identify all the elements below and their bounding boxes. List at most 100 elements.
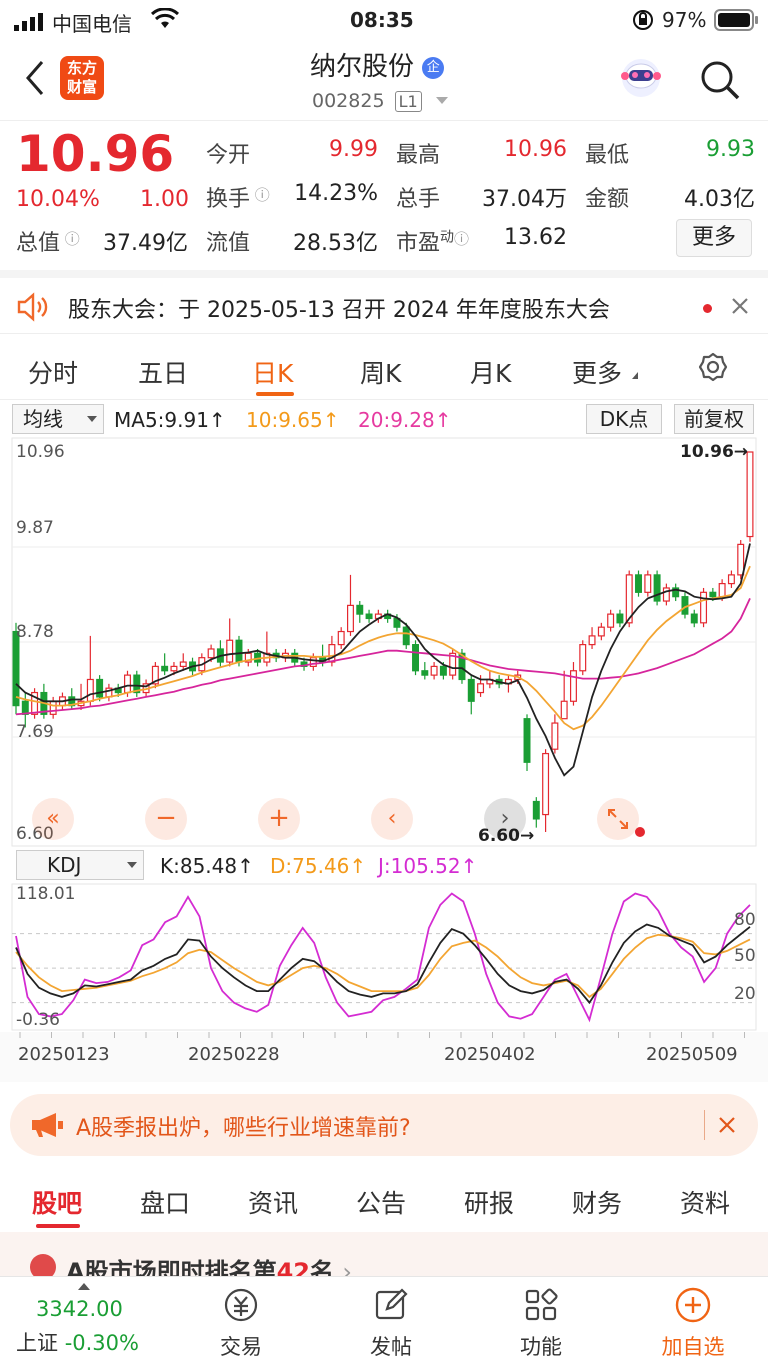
candle-up — [737, 543, 745, 576]
level-dropdown-icon[interactable] — [435, 97, 448, 104]
signal-icon — [14, 12, 46, 36]
close-icon[interactable] — [730, 296, 750, 320]
more-dropdown-icon — [632, 372, 638, 379]
candle-down — [402, 626, 410, 646]
robot-assistant-icon[interactable] — [618, 54, 664, 104]
post-label: 发帖 — [370, 1335, 412, 1359]
tab-daily-k[interactable]: 日K — [252, 354, 293, 390]
tab-news[interactable]: 资讯 — [248, 1184, 298, 1220]
candle-up — [124, 674, 131, 694]
rank-prefix: A股市场即时排名第 — [66, 1258, 277, 1276]
candle-down — [161, 665, 169, 672]
high-value: 10.96 — [504, 137, 567, 162]
tab-announcements[interactable]: 公告 — [356, 1184, 406, 1220]
fullscreen-button[interactable] — [597, 798, 639, 840]
zoom-in-button[interactable]: + — [258, 798, 300, 840]
change-percent: 10.04% — [16, 187, 100, 212]
edit-icon — [375, 1288, 408, 1320]
ad-banner[interactable]: A股季报出炉，哪些行业增速靠前? — [10, 1094, 758, 1156]
candle-up — [347, 604, 354, 633]
speaker-icon — [16, 292, 50, 326]
battery-icon — [714, 9, 760, 36]
index-line: 上证 -0.30% — [16, 1327, 176, 1357]
tab-more[interactable]: 更多 — [572, 354, 622, 390]
trade-icon — [224, 1288, 258, 1322]
notice-text: 股东大会：于 2025-05-13 召开 2024 年年度股东大会 — [68, 298, 610, 323]
candle-up — [588, 635, 596, 646]
stock-name: 纳尔股份 — [310, 52, 415, 82]
tab-intraday[interactable]: 分时 — [28, 354, 78, 390]
tab-finance[interactable]: 财务 — [572, 1184, 622, 1220]
logo-text-bottom: 财富 — [66, 78, 97, 96]
index-ticker[interactable]: 3342.00 上证 -0.30% — [16, 1297, 176, 1357]
function-label: 功能 — [520, 1335, 562, 1359]
more-button[interactable]: 更多 — [676, 219, 752, 257]
candle-up — [607, 613, 615, 628]
trade-button[interactable]: 交易 — [186, 1285, 296, 1361]
add-watchlist-button[interactable]: 加自选 — [638, 1285, 748, 1361]
kdj-select[interactable]: KDJ — [16, 850, 144, 880]
candle-up — [560, 700, 568, 720]
candle-up — [337, 630, 345, 646]
trade-label: 交易 — [220, 1335, 262, 1359]
kdj-level-50: 50 — [734, 946, 756, 966]
megaphone-icon — [30, 1112, 64, 1142]
date-label-3: 20250402 — [444, 1044, 536, 1065]
change-amount: 1.00 — [140, 187, 189, 212]
candle-down — [616, 613, 624, 624]
tab-five-day[interactable]: 五日 — [138, 354, 188, 390]
candle-up — [569, 670, 577, 702]
wifi-icon — [150, 7, 180, 35]
tab-profile[interactable]: 资料 — [680, 1184, 730, 1220]
market-cap-value: 37.49亿 — [103, 231, 188, 256]
candle-up — [477, 683, 485, 694]
scroll-left-button[interactable]: ‹ — [371, 798, 413, 840]
y-label-2: 9.87 — [16, 518, 54, 538]
kdj-select-label: KDJ — [47, 853, 82, 877]
y-label-4: 7.69 — [16, 722, 54, 742]
tab-research[interactable]: 研报 — [464, 1184, 514, 1220]
candle-up — [170, 665, 178, 672]
scroll-left-fast-button[interactable]: « — [32, 798, 74, 840]
carrier-label: 中国电信 — [52, 12, 132, 36]
tab-weekly-k[interactable]: 周K — [360, 354, 401, 390]
y-label-3: 8.78 — [16, 622, 54, 642]
back-button[interactable] — [20, 58, 50, 102]
turnover-value: 14.23% — [294, 181, 378, 206]
stock-code: 002825 — [312, 90, 385, 112]
candle-up — [579, 644, 587, 672]
scroll-right-button[interactable]: › — [484, 798, 526, 840]
post-button[interactable]: 发帖 — [336, 1285, 446, 1361]
k-legend: K:85.48↑ — [160, 854, 254, 878]
stock-title[interactable]: 纳尔股份 企 — [310, 46, 445, 83]
quote-panel: 10.96 10.04% 1.00 今开 9.99 最高 10.96 最低 9.… — [0, 120, 768, 270]
kdj-level-20: 20 — [734, 984, 756, 1004]
red-dot — [635, 827, 645, 837]
notice-bar[interactable]: 股东大会：于 2025-05-13 召开 2024 年年度股东大会 — [0, 270, 768, 334]
rank-banner[interactable]: A股市场即时排名第42名 › — [0, 1232, 768, 1276]
candle-down — [467, 678, 475, 702]
amount-value: 4.03亿 — [684, 187, 755, 212]
tab-pankou[interactable]: 盘口 — [140, 1184, 190, 1220]
candle-up — [430, 665, 438, 676]
search-icon[interactable] — [698, 58, 742, 106]
rank-number: 42 — [276, 1258, 310, 1276]
gear-icon[interactable] — [698, 352, 728, 386]
candle-up — [542, 752, 550, 816]
candlestick-svg[interactable] — [0, 400, 768, 1082]
candle-down — [681, 596, 689, 615]
candle-down — [709, 591, 717, 598]
function-button[interactable]: 功能 — [486, 1285, 596, 1361]
rank-icon — [30, 1254, 56, 1276]
tab-monthly-k[interactable]: 月K — [470, 354, 511, 390]
date-label-2: 20250228 — [188, 1044, 280, 1065]
zoom-out-button[interactable]: − — [145, 798, 187, 840]
period-tabs: 分时 五日 日K 周K 月K 更多 — [0, 336, 768, 400]
candle-up — [727, 574, 735, 585]
chevron-right-icon: › — [342, 1258, 352, 1276]
close-icon[interactable] — [718, 1116, 736, 1138]
tab-guba[interactable]: 股吧 — [32, 1184, 82, 1220]
eastmoney-logo[interactable]: 东方 财富 — [60, 56, 104, 100]
candle-up — [700, 591, 708, 624]
float-cap-value: 28.53亿 — [293, 231, 378, 256]
